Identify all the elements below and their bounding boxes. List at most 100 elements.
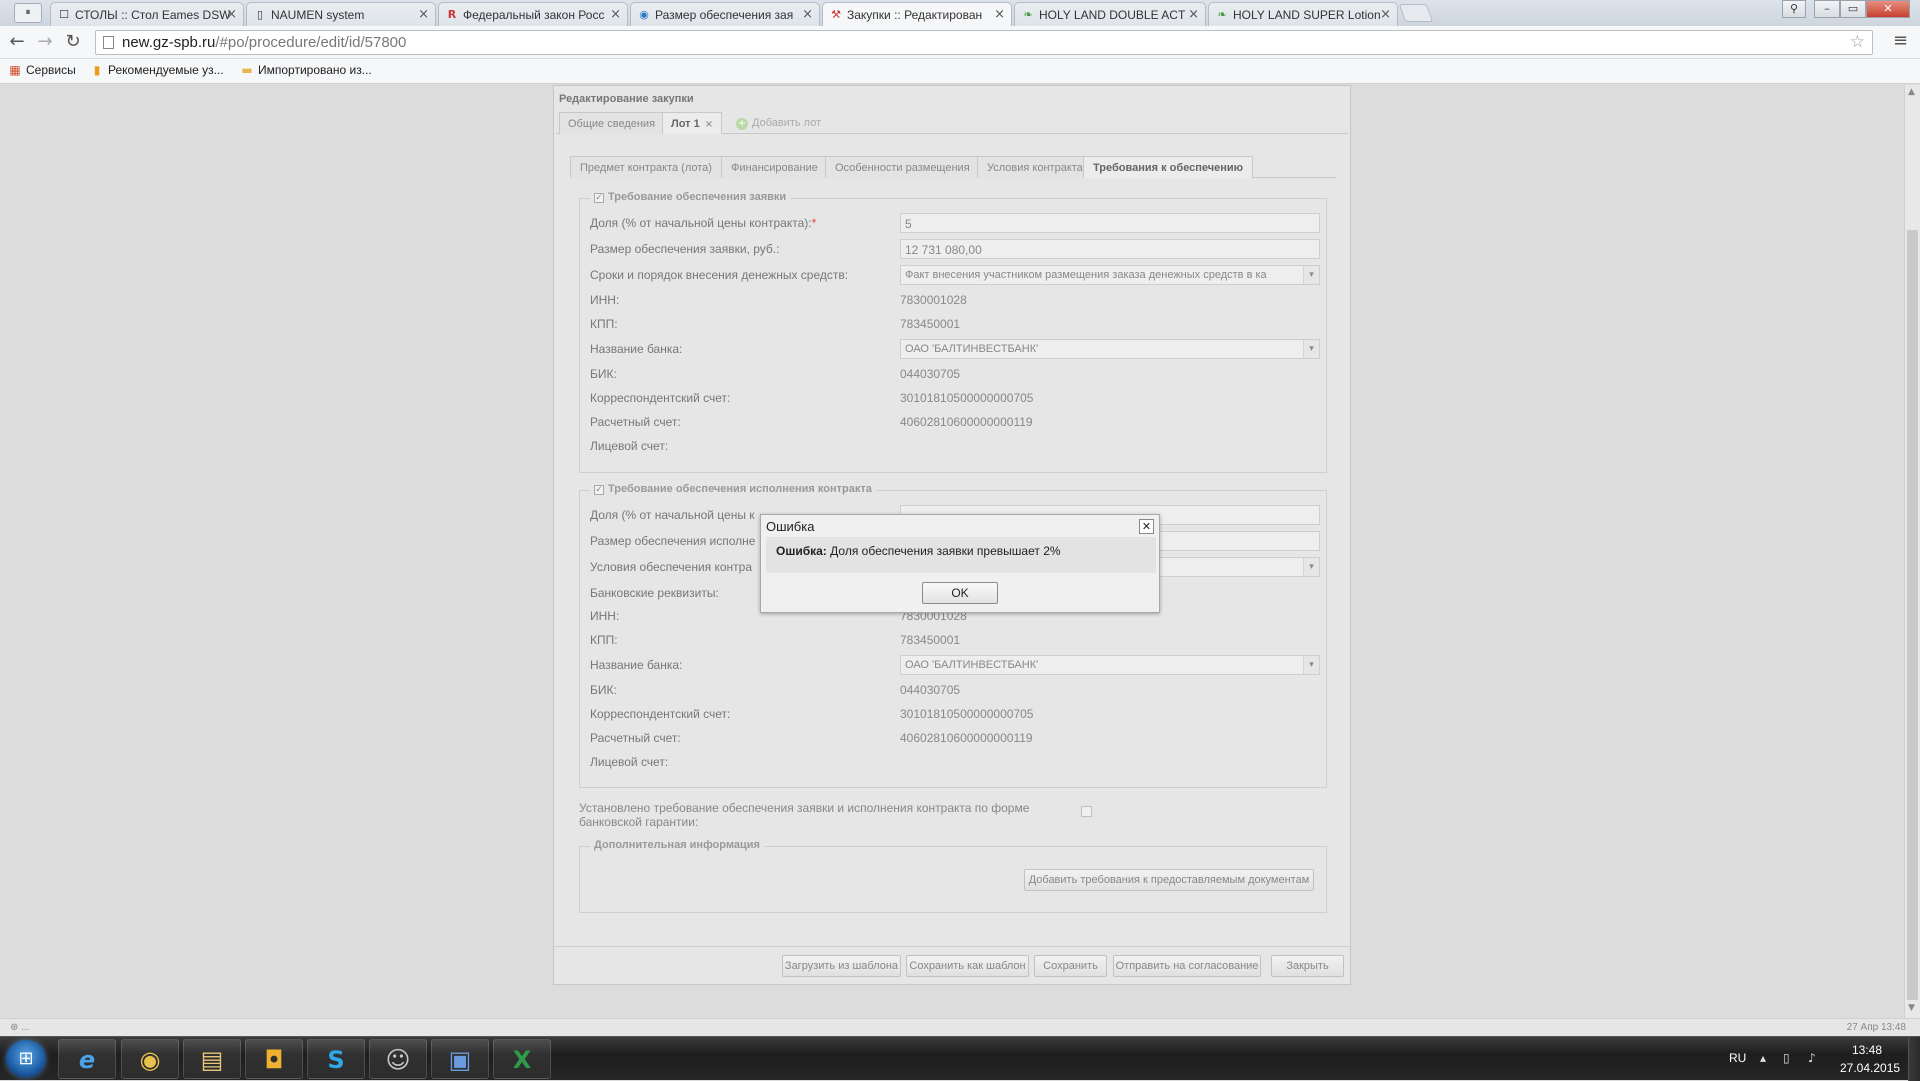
browser-tab-7[interactable]: ❧ HOLY LAND SUPER Lotion × — [1208, 2, 1398, 26]
maximize-icon[interactable]: ▭ — [1840, 0, 1866, 18]
terms-label: Сроки и порядок внесения денежных средст… — [590, 268, 849, 282]
browser-tab-5-active[interactable]: ⚒ Закупки :: Редактирован × — [822, 2, 1012, 27]
tab-placement-features[interactable]: Особенности размещения — [825, 156, 980, 178]
chevron-down-icon[interactable]: ▾ — [1303, 558, 1319, 576]
volume-icon[interactable]: ♪ — [1808, 1051, 1816, 1065]
add-lot-button[interactable]: + Добавить лот — [736, 117, 821, 130]
tab-contract-subject[interactable]: Предмет контракта (лота) — [570, 156, 722, 178]
bank-guarantee-checkbox[interactable] — [1081, 806, 1092, 817]
browser-tab-1[interactable]: ☐ СТОЛЫ :: Стол Eames DSW × — [50, 2, 244, 26]
contract-security-checkbox[interactable]: ✓ — [594, 485, 604, 495]
url-text[interactable]: new.gz-spb.ru/#po/procedure/edit/id/5780… — [122, 34, 406, 51]
save-as-template-button[interactable]: Сохранить как шаблон — [906, 955, 1029, 977]
star-icon[interactable]: ☆ — [1850, 32, 1865, 52]
user-icon[interactable]: ⚲ — [1782, 0, 1806, 18]
apps-icon: ▦ — [9, 63, 21, 77]
outlook-icon[interactable]: ◘ — [245, 1039, 303, 1079]
chevron-down-icon[interactable]: ▾ — [1303, 266, 1319, 284]
error-message: Ошибка: Доля обеспечения заявки превышае… — [776, 544, 1061, 558]
show-desktop-button[interactable] — [1908, 1037, 1920, 1081]
save-button[interactable]: Сохранить — [1034, 955, 1107, 977]
terms-select[interactable]: Факт внесения участником размещения зака… — [900, 265, 1320, 285]
remote-desktop-icon[interactable]: ▣ — [431, 1039, 489, 1079]
avatar-app-icon[interactable]: ☺ — [369, 1039, 427, 1079]
chevron-down-icon[interactable]: ▾ — [1303, 656, 1319, 674]
tab-financing[interactable]: Финансирование — [721, 156, 828, 178]
window-close-icon[interactable]: ✕ — [1866, 0, 1910, 18]
tab-label: Требования к обеспечению — [1093, 162, 1244, 174]
share-row: Доля (% от начальной цены контракта):* 5 — [590, 213, 1320, 233]
tab-contract-terms[interactable]: Условия контракта — [977, 156, 1093, 178]
error-dialog: Ошибка ✕ Ошибка: Доля обеспечения заявки… — [760, 514, 1160, 613]
tab-title: Закупки :: Редактирован — [847, 8, 983, 22]
forward-icon[interactable]: → — [33, 30, 57, 54]
url-path: /#po/procedure/edit/id/57800 — [215, 34, 407, 51]
ok-button[interactable]: OK — [922, 582, 998, 604]
pause-icon[interactable]: ⏸ — [14, 3, 42, 23]
back-icon[interactable]: ← — [5, 30, 29, 54]
amount-input[interactable]: 12 731 080,00 — [900, 239, 1320, 259]
bookmark-imported[interactable]: ▬ Импортировано из... — [238, 63, 371, 77]
file-explorer-icon[interactable]: ▤ — [183, 1039, 241, 1079]
tab-general-info[interactable]: Общие сведения — [559, 112, 665, 134]
legend-label: Требование обеспечения исполнения контра… — [608, 483, 872, 495]
scrollbar-thumb[interactable] — [1907, 230, 1918, 1000]
load-template-button[interactable]: Загрузить из шаблона — [782, 955, 901, 977]
browser-tab-6[interactable]: ❧ HOLY LAND DOUBLE ACT × — [1014, 2, 1206, 26]
clock-time[interactable]: 13:48 — [1852, 1043, 1882, 1057]
bank-select[interactable]: ОАО 'БАЛТИНВЕСТБАНК' ▾ — [900, 655, 1320, 675]
reload-icon[interactable]: ↻ — [61, 30, 85, 54]
scroll-down-icon[interactable]: ▼ — [1908, 1003, 1915, 1013]
share-input[interactable]: 5 — [900, 213, 1320, 233]
chrome-icon[interactable]: ◉ — [121, 1039, 179, 1079]
close-icon[interactable]: × — [1188, 7, 1199, 22]
bank-select[interactable]: ОАО 'БАЛТИНВЕСТБАНК' ▾ — [900, 339, 1320, 359]
corr-account-row: Корреспондентский счет: 3010181050000000… — [590, 704, 1320, 724]
skype-icon[interactable]: S — [307, 1039, 365, 1079]
send-for-approval-button[interactable]: Отправить на согласование — [1113, 955, 1261, 977]
clock-date[interactable]: 27.04.2015 — [1840, 1061, 1900, 1075]
chevron-down-icon[interactable]: ▾ — [1303, 340, 1319, 358]
close-icon[interactable]: × — [994, 7, 1005, 22]
folder-icon: ▬ — [241, 63, 253, 77]
tray-expand-icon[interactable]: ▴ — [1760, 1051, 1766, 1065]
settlement-account-value: 40602810600000000119 — [900, 731, 1033, 745]
tab-label: Условия контракта — [987, 162, 1083, 174]
lot-subtab-bar: Предмет контракта (лота) Финансирование … — [570, 156, 1336, 178]
bik-value: 044030705 — [900, 367, 961, 381]
excel-icon[interactable]: X — [493, 1039, 551, 1079]
close-icon[interactable]: × — [705, 119, 713, 130]
close-icon[interactable]: × — [610, 7, 621, 22]
close-icon[interactable]: × — [226, 7, 237, 22]
close-icon[interactable]: × — [802, 7, 813, 22]
tab-security-requirements[interactable]: Требования к обеспечению — [1083, 156, 1254, 178]
close-icon[interactable]: ✕ — [1139, 519, 1154, 534]
menu-icon[interactable]: ≡ — [1893, 30, 1908, 51]
document-icon: ▯ — [256, 8, 264, 21]
start-button[interactable]: ⊞ — [6, 1040, 46, 1078]
bookmark-services[interactable]: ▦ Сервисы — [6, 63, 75, 77]
close-icon[interactable]: × — [418, 7, 429, 22]
scroll-up-icon[interactable]: ▲ — [1908, 87, 1915, 97]
close-icon[interactable]: × — [1380, 7, 1391, 22]
browser-tab-3[interactable]: R Федеральный закон Росс × — [438, 2, 628, 26]
internet-explorer-icon[interactable]: e — [58, 1039, 116, 1079]
close-button[interactable]: Закрыть — [1271, 955, 1344, 977]
fieldset-legend: ✓ Требование обеспечения исполнения контр… — [590, 483, 876, 495]
page-icon: ☐ — [59, 8, 69, 21]
browser-tab-4[interactable]: ◉ Размер обеспечения зая × — [630, 2, 820, 26]
language-indicator[interactable]: RU — [1729, 1051, 1746, 1065]
bookmark-recommended[interactable]: ▮ Рекомендуемые уз... — [88, 63, 224, 77]
network-icon[interactable]: ▯ — [1783, 1051, 1790, 1065]
browser-tab-2[interactable]: ▯ NAUMEN system × — [246, 2, 436, 26]
tab-lot-1[interactable]: Лот 1 × — [662, 112, 723, 134]
application-security-checkbox[interactable]: ✓ — [594, 193, 604, 203]
vertical-scrollbar[interactable]: ▲ ▼ — [1904, 85, 1920, 1018]
add-document-requirements-button[interactable]: Добавить требования к предоставляемым до… — [1024, 869, 1314, 891]
new-tab-button[interactable] — [1398, 4, 1434, 22]
amount-row: Размер обеспечения заявки, руб.: 12 731 … — [590, 239, 1320, 259]
inn-label: ИНН: — [590, 609, 620, 623]
rg-icon: R — [447, 8, 457, 21]
address-bar[interactable]: new.gz-spb.ru/#po/procedure/edit/id/5780… — [95, 30, 1873, 55]
minimize-icon[interactable]: – — [1814, 0, 1840, 18]
